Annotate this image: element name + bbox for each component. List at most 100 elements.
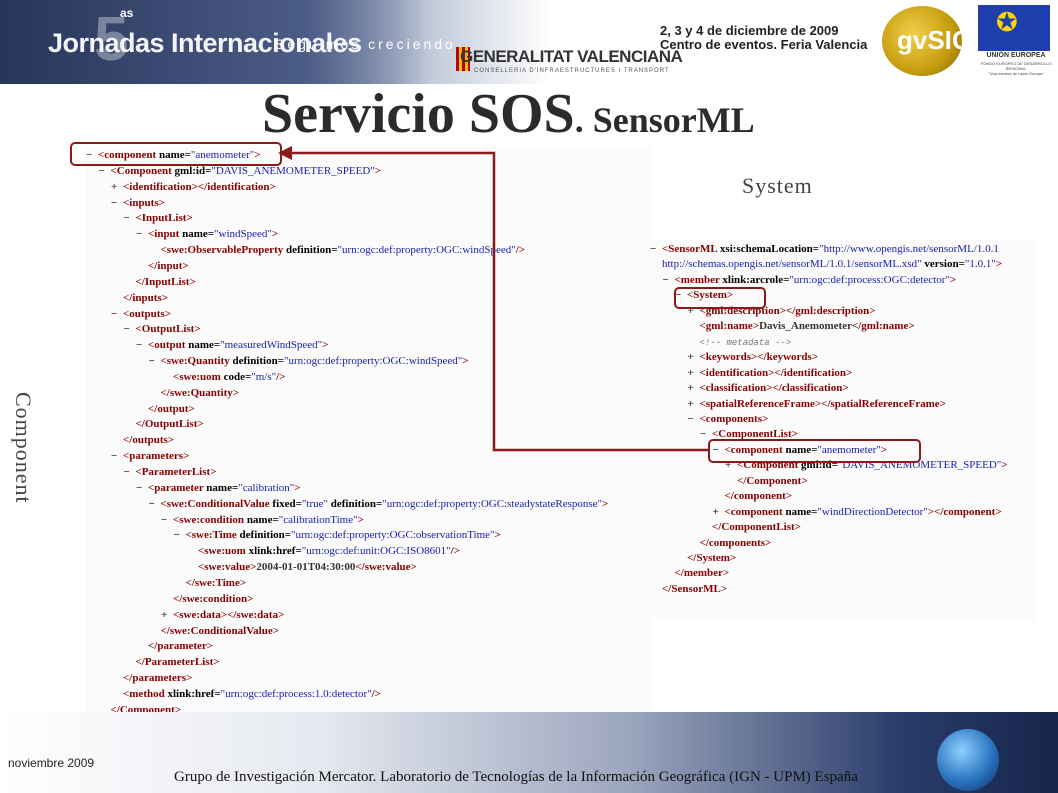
expand-toggle[interactable]: + (111, 180, 123, 196)
xml-tag: <InputList> (135, 212, 193, 225)
collapse-toggle[interactable]: − (161, 513, 173, 529)
xml-tag: </components> (699, 536, 772, 549)
event-slogan: Seguimos creciendo (275, 36, 456, 52)
sponsor-subtitle: CONSELLERIA D'INFRAESTRUCTURES I TRANSPO… (474, 68, 670, 74)
xml-tag: </component> (724, 490, 793, 503)
gvsig-logo-text: gvSIG (897, 25, 973, 55)
xml-tag: /> (450, 545, 460, 558)
xml-line: + <classification></classification> (688, 381, 849, 397)
xml-tag: <input (148, 228, 183, 241)
xml-tag: </member> (674, 567, 730, 580)
collapse-toggle[interactable]: − (650, 242, 662, 258)
collapse-toggle[interactable]: − (124, 211, 136, 227)
collapse-toggle[interactable]: − (688, 412, 700, 428)
xml-attribute: definition= (328, 497, 383, 510)
expand-toggle[interactable]: + (161, 608, 173, 624)
xml-line: + <component name="windDirectionDetector"… (713, 505, 1002, 521)
xml-value: "http://www.opengis.net/sensorML/1.0.1 (819, 243, 999, 255)
xml-line: </ComponentList> (700, 520, 801, 536)
expand-toggle[interactable]: + (713, 505, 725, 521)
xml-tag: </Component> (737, 474, 808, 487)
expand-toggle[interactable]: + (688, 366, 700, 382)
collapse-toggle[interactable]: − (99, 164, 111, 180)
collapse-toggle[interactable]: − (149, 354, 161, 370)
xml-tag: <classification></classification> (699, 382, 849, 395)
collapse-toggle[interactable]: − (111, 449, 123, 465)
xml-tag: <components> (699, 412, 769, 425)
xml-tag: </inputs> (123, 291, 168, 304)
xml-line: </outputs> (111, 433, 174, 449)
xml-line: − <ParameterList> (124, 465, 217, 481)
xml-line: <swe:ObservableProperty definition="urn:… (149, 243, 526, 259)
xml-attribute: code= (223, 370, 252, 383)
xml-tag: > (602, 497, 609, 510)
highlight-system (674, 287, 766, 309)
xml-attribute: name= (206, 481, 239, 494)
expand-toggle[interactable]: + (688, 381, 700, 397)
xml-tag: > (995, 258, 1003, 271)
xml-tag: <gml:name> (699, 320, 760, 333)
xml-line: − <SensorML xsi:schemaLocation="http://ww… (650, 242, 999, 258)
xml-tag: <Component (110, 164, 175, 177)
xml-tag: </outputs> (123, 434, 175, 447)
xml-line: </Component> (725, 474, 808, 490)
xml-tag: <OutputList> (135, 323, 201, 336)
xml-value: "urn:ogc:def:property:OGC:observationTim… (291, 529, 495, 542)
xml-line: </ParameterList> (124, 655, 220, 671)
xml-attribute: gml:id= (174, 164, 212, 177)
xml-line: <swe:value>2004-01-01T04:30:00</swe:valu… (186, 560, 417, 576)
collapse-toggle[interactable]: − (136, 481, 148, 497)
xml-tag: <member (674, 273, 723, 286)
collapse-toggle[interactable]: − (663, 273, 675, 289)
xml-tag: <method (123, 687, 168, 700)
expand-toggle[interactable]: + (688, 397, 700, 413)
xml-line: </System> (675, 551, 736, 567)
footer-credits: Grupo de Investigación Mercator. Laborat… (174, 769, 858, 785)
xml-attribute: xlink:href= (167, 687, 221, 700)
xml-line: + <swe:data></swe:data> (161, 608, 284, 624)
xml-tag: <identification></identification> (123, 180, 276, 193)
event-dates-line1: 2, 3 y 4 de diciembre de 2009 (660, 23, 839, 38)
collapse-toggle[interactable]: − (124, 465, 136, 481)
logo-superscript: as (120, 6, 134, 20)
collapse-toggle[interactable]: − (136, 227, 148, 243)
xml-tag: </input> (148, 259, 189, 272)
xml-tag: > (271, 228, 279, 241)
expand-toggle[interactable]: + (688, 350, 700, 366)
xml-tag: <swe:Time (185, 529, 240, 542)
xml-line: </swe:condition> (161, 592, 253, 608)
xml-tag: </swe:condition> (173, 592, 254, 605)
collapse-toggle[interactable]: − (124, 322, 136, 338)
collapse-toggle[interactable]: − (111, 307, 123, 323)
xml-tag: > (494, 529, 501, 542)
xml-line: </component> (713, 489, 793, 505)
xml-attribute: xsi:schemaLocation= (719, 243, 820, 255)
xml-attribute: name= (246, 513, 279, 526)
collapse-toggle[interactable]: − (149, 497, 161, 513)
xml-line: − <components> (688, 412, 769, 428)
xml-value: "DAVIS_ANEMOMETER_SPEED" (211, 164, 375, 177)
xml-line: http://schemas.opengis.net/sensorML/1.0.… (650, 257, 1002, 273)
xml-tag: <swe:data></swe:data> (173, 608, 285, 621)
xml-value: "calibrationTime" (278, 513, 358, 526)
xml-tag: </ParameterList> (135, 656, 220, 669)
xml-line: </swe:Quantity> (149, 386, 240, 402)
xml-attribute: version= (921, 258, 965, 271)
xml-line: </member> (663, 566, 730, 582)
xml-tag: </OutputList> (135, 418, 204, 431)
collapse-toggle[interactable]: − (136, 338, 148, 354)
xml-line: </components> (688, 536, 772, 552)
xml-attribute: definition= (239, 529, 292, 542)
xml-attribute: definition= (232, 355, 284, 368)
collapse-toggle[interactable]: − (111, 196, 123, 212)
xml-tag: </parameter> (148, 640, 214, 653)
xml-tag: <parameter (148, 481, 207, 494)
xml-line: − <swe:Time definition="urn:ogc:def:prope… (174, 528, 501, 544)
collapse-toggle[interactable]: − (174, 528, 186, 544)
xml-tag: <swe:uom (173, 370, 224, 383)
eu-motto: "Una manera de hacer Europa" (988, 71, 1044, 76)
xml-line: + <spatialReferenceFrame></spatialReferen… (688, 397, 946, 413)
xml-line: <method xlink:href="urn:ogc:def:process:… (111, 687, 381, 703)
xml-line: </input> (136, 259, 189, 275)
xml-tag: > (294, 481, 301, 494)
